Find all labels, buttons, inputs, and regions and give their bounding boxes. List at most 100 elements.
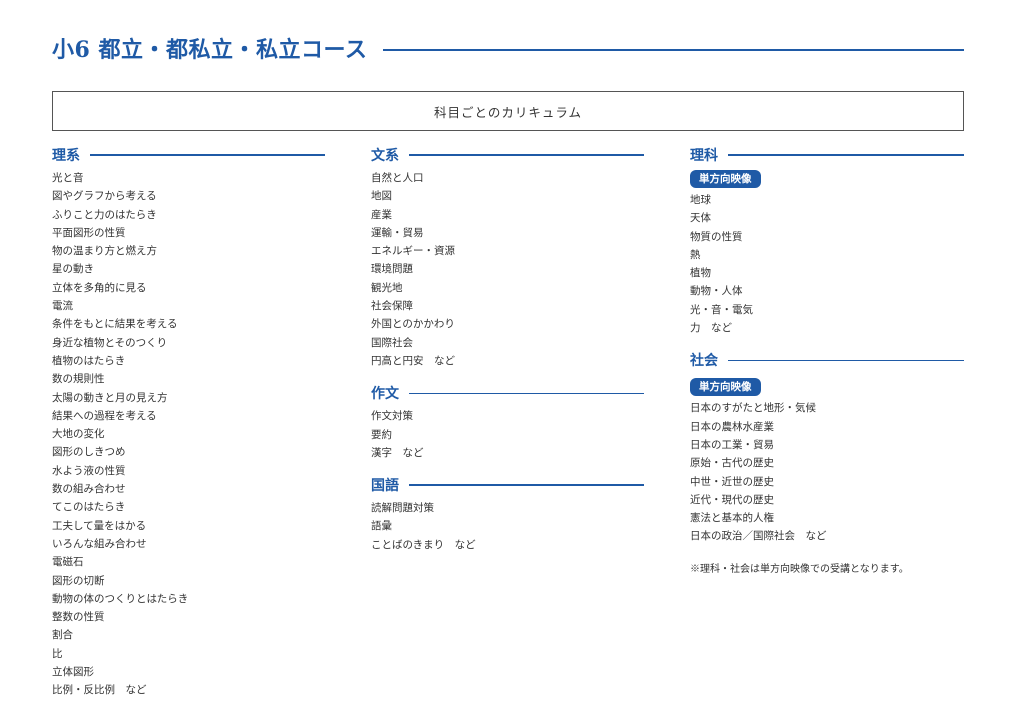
list-item: 物の温まり方と燃え方 (52, 245, 157, 258)
list-item: 憲法と基本的人権 (690, 512, 774, 525)
curriculum-heading-box: 科目ごとのカリキュラム (52, 91, 964, 131)
list-item: 大地の変化 (52, 428, 105, 441)
list-item: 力 など (690, 322, 732, 335)
list-item: 日本のすがたと地形・気候 (690, 402, 816, 415)
list-item: 身近な植物とそのつくり (52, 336, 168, 349)
list-item: 天体 (690, 212, 711, 225)
list-item: 社会保障 (371, 300, 413, 313)
video-badge-social: 単方向映像 (690, 378, 761, 397)
video-badge-science: 単方向映像 (690, 170, 761, 188)
list-item: 植物 (690, 267, 711, 280)
section-science-math: 理系 光と音図やグラフから考える ふりこと力のはたらき 平面図形の性質物の温まり方と… (52, 146, 325, 700)
section-rule (409, 484, 644, 486)
list-item: 図形の切断 (52, 574, 105, 587)
section-rule (409, 392, 644, 395)
section-composition: 作文 作文対策要約漢字 など (371, 384, 644, 462)
list-item: 光・音・電気 (690, 303, 753, 316)
list-item: 環境問題 (371, 263, 413, 276)
list-item: 観光地 (371, 281, 403, 294)
list-item: 数の組み合わせ (52, 483, 126, 496)
topic-list-social: 日本のすがたと地形・気候 日本の農林水産業 日本の工業・貿易 原始・古代の歴史 中世・近… (690, 399, 964, 545)
column-science-math: 理系 光と音図やグラフから考える ふりこと力のはたらき 平面図形の性質物の温まり方と… (52, 146, 325, 714)
footnote: ※理科・社会は単方向映像での受講となります。 (690, 563, 909, 575)
list-item: 中世・近世の歴史 (690, 475, 774, 488)
list-item: 語彙 (371, 520, 392, 533)
list-item: 原始・古代の歴史 (690, 457, 774, 470)
list-item: 要約 (371, 428, 392, 441)
section-rule (728, 359, 964, 362)
column-humanities: 文系 自然と人口地図産業運輸・貿易エネルギー・資源 環境問題観光地社会保障外国との… (371, 146, 644, 568)
topic-list-japanese: 読解問題対策 語彙ことばのきまり など (371, 499, 644, 554)
list-item: ことばのきまり など (371, 538, 476, 551)
page-title: 小6 都立・都私立・私立コース (52, 37, 368, 63)
list-item: 電磁石 (52, 556, 84, 569)
list-item: 日本の工業・貿易 (690, 438, 774, 451)
section-header: 理系 (52, 146, 325, 164)
list-item: てこのはたらき (52, 501, 126, 514)
list-item: 円高と円安 など (371, 354, 455, 367)
list-item: 熱 (690, 248, 701, 261)
list-item: 立体図形 (52, 666, 94, 679)
section-title-science: 理科 (690, 148, 718, 164)
section-header: 理科 (690, 146, 964, 164)
list-item: 作文対策 (371, 410, 413, 423)
list-item: 工夫して量をはかる (52, 519, 147, 532)
list-item: 国際社会 (371, 336, 413, 349)
list-item: 整数の性質 (52, 611, 105, 624)
list-item: 条件をもとに結果を考える (52, 318, 178, 331)
list-item: 地球 (690, 194, 711, 206)
section-rule (90, 154, 325, 156)
section-social: 社会 単方向映像 日本のすがたと地形・気候 日本の農林水産業 日本の工業・貿易 原始・… (690, 351, 964, 545)
list-item: 光と音 (52, 172, 84, 184)
list-item: 図やグラフから考える (52, 190, 157, 203)
list-item: 運輸・貿易 (371, 226, 424, 239)
section-header: 国語 (371, 476, 644, 494)
list-item: 日本の農林水産業 (690, 420, 774, 433)
list-item: 物質の性質 (690, 230, 743, 243)
list-item: 立体を多角的に見る (52, 281, 147, 294)
list-item: 図形のしきつめ (52, 446, 126, 459)
list-item: 読解問題対策 (371, 502, 434, 515)
column-science-social: 理科 単方向映像 地球天体物質の性質熱植物動物・人体光・音・電気力 など 社会 … (690, 146, 964, 575)
list-item: 産業 (371, 208, 392, 221)
section-title-japanese: 国語 (371, 478, 399, 495)
list-item: いろんな組み合わせ (52, 537, 147, 550)
list-item: 数の規則性 (52, 373, 105, 386)
topic-list-humanities: 自然と人口地図産業運輸・貿易エネルギー・資源 環境問題観光地社会保障外国とのかかわ… (371, 169, 644, 370)
topic-list-composition: 作文対策要約漢字 など (371, 407, 644, 462)
list-item: 自然と人口 (371, 172, 424, 184)
section-header: 作文 (371, 384, 644, 402)
list-item: 結果への過程を考える (52, 409, 157, 422)
list-item: 星の動き (52, 263, 94, 276)
list-item: 電流 (52, 300, 73, 313)
section-japanese: 国語 読解問題対策 語彙ことばのきまり など (371, 476, 644, 554)
section-title-science-math: 理系 (52, 148, 80, 164)
list-item: 平面図形の性質 (52, 226, 126, 239)
list-item: 植物のはたらき (52, 354, 126, 367)
list-item: 日本の政治／国際社会 など (690, 530, 827, 543)
list-item: 動物・人体 (690, 285, 743, 298)
list-item: ふりこと力のはたらき (52, 208, 157, 221)
list-item: 水よう液の性質 (52, 464, 126, 477)
section-title-composition: 作文 (371, 386, 399, 403)
list-item: 太陽の動きと月の見え方 (52, 391, 168, 404)
list-item: 比例・反比例 など (52, 684, 147, 697)
section-title-humanities: 文系 (371, 148, 399, 164)
section-rule (409, 154, 644, 156)
section-title-social: 社会 (690, 353, 718, 370)
list-item: 地図 (371, 190, 392, 203)
list-item: 外国とのかかわり (371, 318, 455, 331)
section-header: 社会 (690, 351, 964, 369)
section-science: 理科 単方向映像 地球天体物質の性質熱植物動物・人体光・音・電気力 など (690, 146, 964, 337)
section-rule (728, 154, 964, 156)
list-item: 動物の体のつくりとはたらき (52, 592, 189, 605)
page-header: 小6 都立・都私立・私立コース (52, 33, 964, 63)
curriculum-label: 科目ごとのカリキュラム (433, 104, 582, 120)
list-item: 漢字 など (371, 446, 424, 459)
section-header: 文系 (371, 146, 644, 164)
list-item: 近代・現代の歴史 (690, 493, 774, 506)
topic-list-science-math: 光と音図やグラフから考える ふりこと力のはたらき 平面図形の性質物の温まり方と燃え方… (52, 169, 325, 700)
list-item: 比 (52, 647, 63, 660)
list-item: エネルギー・資源 (371, 245, 455, 258)
section-humanities: 文系 自然と人口地図産業運輸・貿易エネルギー・資源 環境問題観光地社会保障外国との… (371, 146, 644, 370)
